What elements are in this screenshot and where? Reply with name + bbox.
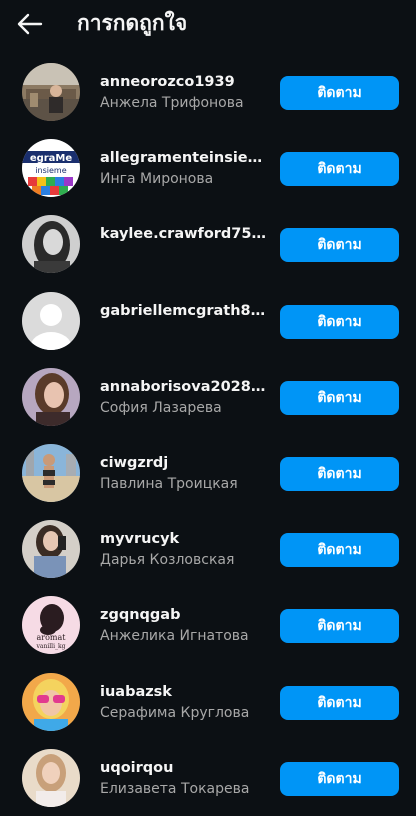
avatar[interactable]: aromat vanilli_kg [22, 596, 80, 655]
full-name: Анжела Трифонова [100, 95, 244, 111]
username[interactable]: allegramenteinsieme [100, 149, 268, 167]
avatar-logo-subtext: vanilli_kg [36, 643, 66, 650]
likes-list: anneorozco1939 Анжела Трифонова ติดตาม e… [0, 54, 416, 816]
list-item[interactable]: ciwgzrdj Павлина Троицкая ติดตาม [0, 435, 416, 511]
avatar-logo-text: egraMe [30, 153, 73, 164]
username[interactable]: kaylee.crawford75120... [100, 225, 268, 243]
list-item[interactable]: gabriellemcgrath8hi7 ติดตาม [0, 283, 416, 359]
follow-button[interactable]: ติดตาม [280, 76, 399, 110]
back-button[interactable] [14, 8, 46, 40]
list-item[interactable]: aromat vanilli_kg zgqnqgab Анжелика Игна… [0, 587, 416, 663]
arrow-left-icon [17, 13, 43, 35]
username[interactable]: myvrucyk [100, 530, 268, 548]
list-item[interactable]: annaborisova2028302 София Лазарева ติดตา… [0, 359, 416, 435]
follow-button[interactable]: ติดตาม [280, 380, 399, 415]
avatar[interactable] [22, 215, 80, 274]
username[interactable]: zgqnqgab [100, 606, 268, 624]
username[interactable]: gabriellemcgrath8hi7 [100, 302, 268, 320]
avatar[interactable] [22, 672, 80, 731]
list-item[interactable]: egraMe insieme allegramenteinsieme Инга … [0, 130, 416, 206]
follow-button[interactable]: ติดตาม [280, 152, 399, 187]
username[interactable]: iuabazsk [100, 683, 268, 701]
list-item[interactable]: iuabazsk Серафима Круглова ติดตาม [0, 664, 416, 740]
follow-button[interactable]: ติดตาม [280, 533, 399, 568]
avatar[interactable] [22, 63, 80, 121]
username[interactable]: uqoirqou [100, 759, 268, 777]
avatar[interactable] [22, 367, 80, 426]
follow-button[interactable]: ติดตาม [280, 685, 399, 720]
follow-button[interactable]: ติดตาม [280, 304, 399, 339]
full-name: Дарья Козловская [100, 552, 235, 569]
follow-button[interactable]: ติดตาม [280, 228, 399, 263]
avatar[interactable]: egraMe insieme [22, 139, 80, 198]
full-name: София Лазарева [100, 399, 222, 416]
page-title: การกดถูกใจ [77, 11, 188, 35]
avatar-logo-subtext: insieme [35, 166, 66, 175]
follow-button[interactable]: ติดตาม [280, 609, 399, 644]
follow-button[interactable]: ติดตาม [280, 456, 399, 491]
list-item[interactable]: kaylee.crawford75120... ติดตาม [0, 206, 416, 282]
follow-button[interactable]: ติดตาม [280, 761, 399, 796]
avatar[interactable] [22, 748, 80, 807]
list-item[interactable]: anneorozco1939 Анжела Трифонова ติดตาม [0, 54, 416, 130]
full-name: Анжелика Игнатова [100, 628, 249, 645]
username[interactable]: ciwgzrdj [100, 454, 268, 472]
username[interactable]: anneorozco1939 [100, 73, 268, 91]
avatar[interactable] [22, 443, 80, 502]
avatar[interactable] [22, 520, 80, 579]
full-name: Серафима Круглова [100, 704, 250, 721]
full-name: Елизавета Токарева [100, 780, 250, 797]
header-bar: การกดถูกใจ [0, 0, 416, 48]
full-name: Инга Миронова [100, 171, 214, 188]
username[interactable]: annaborisova2028302 [100, 378, 268, 396]
avatar-logo-text: aromat [37, 633, 67, 642]
avatar[interactable] [22, 291, 80, 350]
full-name: Павлина Троицкая [100, 475, 238, 492]
list-item[interactable]: uqoirqou Елизавета Токарева ติดตาม [0, 740, 416, 816]
list-item[interactable]: myvrucyk Дарья Козловская ติดตาม [0, 511, 416, 587]
